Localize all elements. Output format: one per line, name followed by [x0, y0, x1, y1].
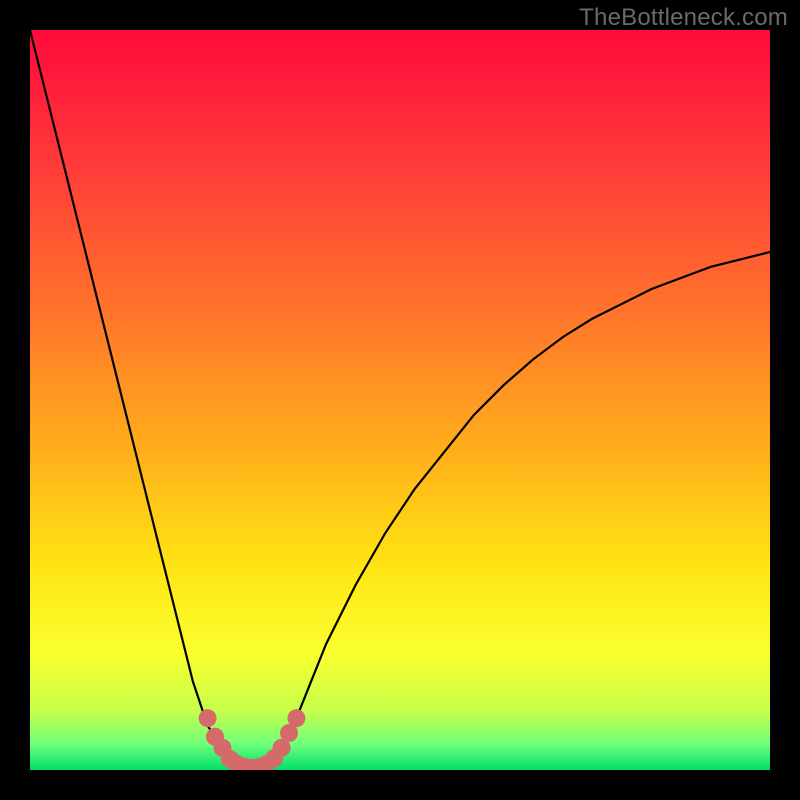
- plot-area: [30, 30, 770, 770]
- chart-frame: TheBottleneck.com: [0, 0, 800, 800]
- gradient-background: [30, 30, 770, 770]
- bottom-marker: [287, 709, 305, 727]
- watermark-label: TheBottleneck.com: [579, 4, 788, 32]
- bottleneck-chart: [30, 30, 770, 770]
- bottom-marker: [199, 709, 217, 727]
